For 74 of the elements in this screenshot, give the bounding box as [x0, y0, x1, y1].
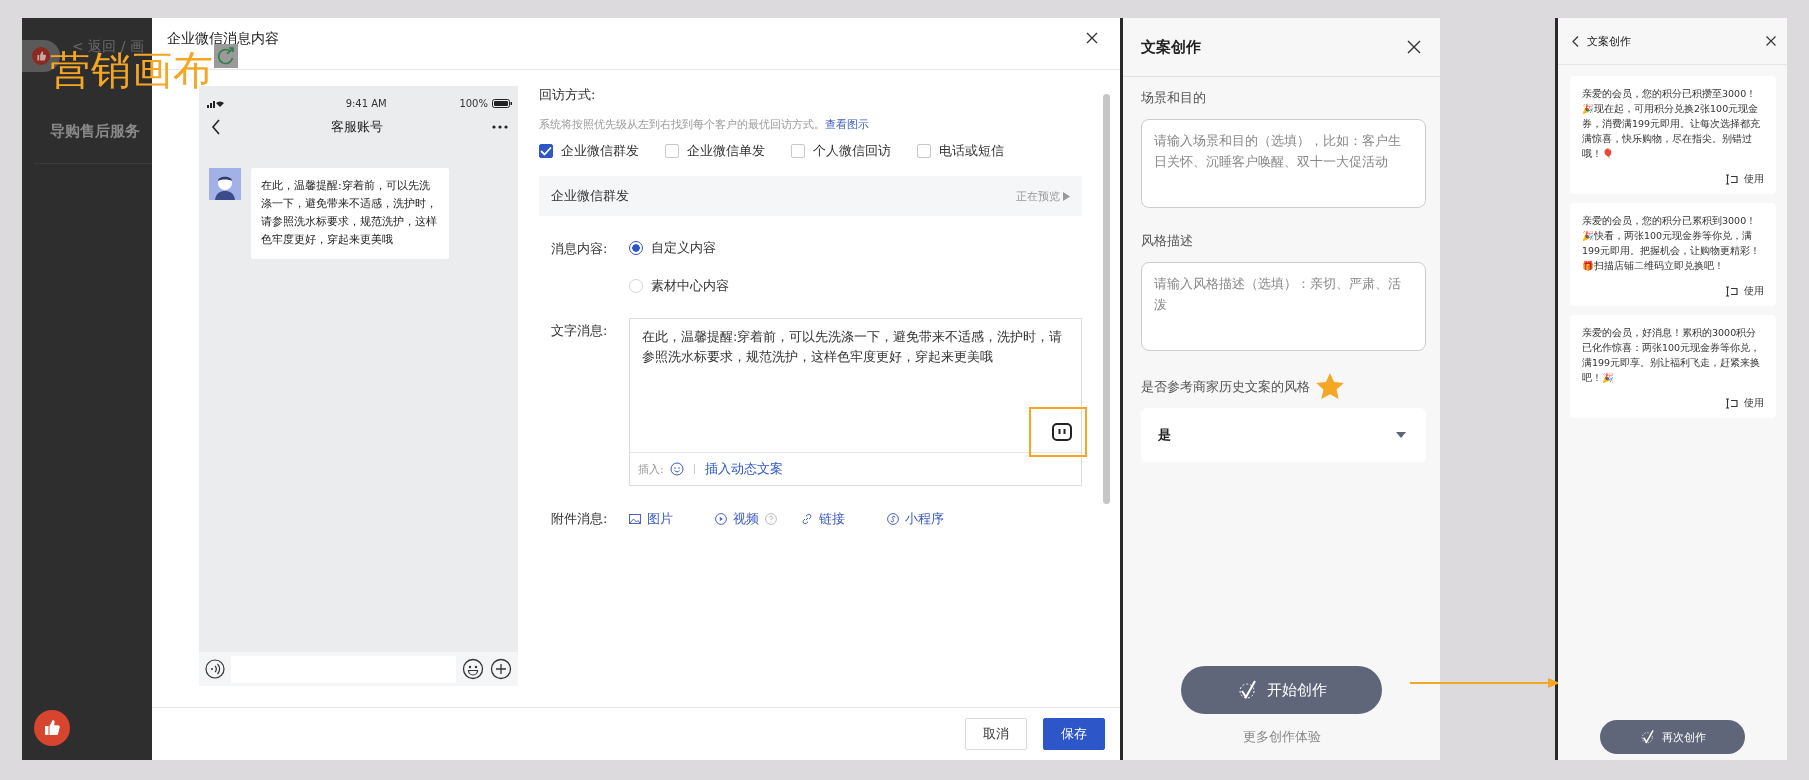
thumbs-up-button[interactable] [34, 710, 70, 746]
attachment-link[interactable]: 小程序 [905, 510, 944, 528]
caret-icon [1063, 191, 1070, 201]
field-label: 文字消息: [551, 322, 609, 340]
attachment-link[interactable]: 链接 [819, 510, 845, 528]
field-label: 场景和目的 [1141, 89, 1207, 107]
star-icon [1316, 373, 1344, 400]
result-text: 亲爱的会员，好消息！累积的3000积分已化作惊喜：两张100元现金券等你兑，满199元即享。别让福利飞走，赶紧来换吧！🎉 [1582, 326, 1762, 385]
plus-icon[interactable] [490, 658, 512, 680]
radio-label: 自定义内容 [651, 239, 716, 257]
result-text: 亲爱的会员，您的积分已积攒至3000！🎉现在起，可用积分兑换2张100元现金券，消费满199元即用。让每次选择都充满惊喜，快乐购物，尽在指尖。别错过哦！🎈 [1582, 87, 1762, 161]
dialog-title: 企业微信消息内容 [167, 30, 279, 48]
chat-bubble: 在此，温馨提醒:穿着前，可以先洗涤一下，避免带来不适感，洗护时，请参照洗水标要求，规范洗护，这样色牢度更好，穿起来更美哦 [251, 168, 449, 259]
more-icon[interactable] [492, 125, 508, 129]
save-button[interactable]: 保存 [1043, 718, 1105, 750]
back-icon[interactable] [1572, 35, 1579, 47]
voice-icon[interactable] [205, 659, 225, 679]
close-icon[interactable] [1407, 40, 1421, 54]
radio-label: 素材中心内容 [651, 277, 729, 295]
thumbs-up-icon [32, 47, 50, 65]
field-label: 消息内容: [551, 240, 609, 258]
field-label: 风格描述 [1141, 232, 1194, 250]
checkbox-label: 电话或短信 [939, 142, 1004, 160]
text-cursor-icon [1725, 174, 1739, 185]
status-time: 9:41 AM [344, 97, 387, 109]
use-button[interactable]: 使用 [1725, 285, 1764, 298]
result-text: 亲爱的会员，您的积分已累积到3000！🎉快看，两张100元现金券等你兑，满199元即用。把握机会，让购物更精彩！🎁扫描店铺二维码立即兑换吧！ [1582, 214, 1762, 273]
checkbox-label: 企业微信单发 [687, 142, 765, 160]
more-link[interactable]: 更多创作体验 [1123, 728, 1440, 746]
style-field[interactable]: 请输入风格描述（选填）：亲切、严肃、活泼 [1141, 262, 1426, 351]
attachment-link[interactable]: 图片 [647, 510, 673, 528]
regenerate-button[interactable]: 再次创作 [1600, 720, 1745, 754]
close-icon[interactable] [1766, 36, 1776, 46]
robot-face-icon[interactable] [1052, 423, 1072, 441]
view-diagram-link[interactable]: 查看图示 [825, 118, 869, 131]
field-label: 是否参考商家历史文案的风格 [1141, 377, 1310, 396]
panel-title: 文案创作 [1141, 37, 1201, 57]
mini-program-icon [887, 513, 899, 525]
hint-text: 系统将按照优先级从左到右找到每个客户的最优回访方式。查看图示 [539, 117, 870, 132]
use-button[interactable]: 使用 [1725, 173, 1764, 186]
battery-level: 100% [459, 97, 488, 109]
back-icon[interactable] [211, 119, 221, 135]
link-icon [801, 513, 813, 525]
scene-field[interactable]: 请输入场景和目的（选填），比如：客户生日关怀、沉睡客户唤醒、双十一大促活动 [1141, 119, 1426, 208]
text-cursor-icon [1725, 286, 1739, 297]
play-icon [715, 513, 727, 525]
battery-icon [492, 98, 512, 108]
scrollbar[interactable] [1103, 94, 1110, 504]
checkbox-label: 企业微信群发 [561, 142, 639, 160]
checkbox-label: 个人微信回访 [813, 142, 891, 160]
caret-icon [1396, 432, 1406, 438]
section-title: 企业微信群发 [551, 187, 629, 205]
image-icon [629, 513, 641, 525]
checkbox[interactable] [539, 144, 553, 158]
message-text: 在此，温馨提醒:穿着前，可以先洗涤一下，避免带来不适感，洗护时，请参照洗水标要求，规范洗护，这样色牢度更好，穿起来更美哦 [642, 328, 1064, 366]
page-title: 导购售后服务 [50, 122, 140, 141]
close-icon[interactable] [1086, 32, 1098, 44]
panel-title: 文案创作 [1587, 33, 1631, 49]
style-dropdown[interactable]: 是 [1141, 408, 1426, 462]
field-label: 附件消息: [551, 510, 609, 528]
insert-dynamic-link[interactable]: 插入动态文案 [704, 460, 783, 478]
start-create-button[interactable]: 开始创作 [1181, 666, 1382, 714]
field-label: 回访方式: [539, 86, 597, 104]
insert-label: 插入: [638, 461, 664, 477]
text-cursor-icon [1725, 398, 1739, 409]
chat-title: 客服账号 [330, 118, 383, 136]
checkmark-icon [1236, 679, 1259, 701]
avatar-icon [209, 168, 241, 200]
cancel-button[interactable]: 取消 [965, 718, 1027, 750]
radio-button[interactable] [629, 241, 643, 255]
attachment-link[interactable]: 视频 [733, 510, 759, 528]
checkmark-icon [1639, 729, 1656, 745]
emoji-icon[interactable] [462, 658, 484, 680]
use-button[interactable]: 使用 [1725, 397, 1764, 410]
